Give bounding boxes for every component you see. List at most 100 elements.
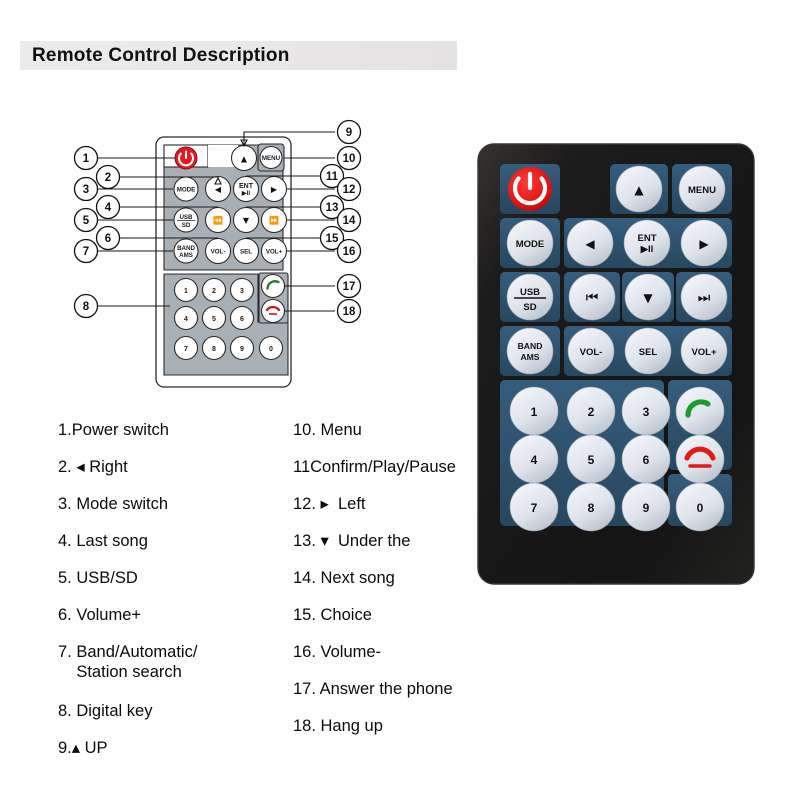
callout-12: 12 <box>336 176 362 202</box>
legend-item-7: 7. Band/Automatic/ Station search <box>58 643 198 681</box>
photo-key-menu[interactable]: MENU <box>678 165 726 213</box>
svg-text:16: 16 <box>343 246 356 258</box>
photo-key-vol-plus[interactable]: VOL+ <box>680 327 728 375</box>
photo-key-6[interactable]: 6 <box>621 434 671 484</box>
svg-text:3: 3 <box>83 184 89 196</box>
svg-text:1: 1 <box>83 153 90 165</box>
photo-key-sel-label: SEL <box>639 347 658 358</box>
photo-key-7[interactable]: 7 <box>509 482 559 532</box>
photo-key-1[interactable]: 1 <box>509 386 559 436</box>
svg-text:▶: ▶ <box>271 185 278 194</box>
svg-text:VOL+: VOL+ <box>266 249 283 256</box>
photo-key-0[interactable]: 0 <box>675 482 725 532</box>
photo-key-vol-minus[interactable]: VOL- <box>567 327 615 375</box>
photo-key-usb-sd[interactable]: USB SD <box>506 273 554 321</box>
photo-key-0-label: 0 <box>697 501 704 515</box>
legend-item-4: 4. Last song <box>58 532 148 550</box>
photo-key-sd-label: SD <box>523 302 536 313</box>
photo-key-ams-label: AMS <box>520 352 539 362</box>
photo-key-8-label: 8 <box>588 501 595 515</box>
callout-17: 17 <box>336 273 362 299</box>
remote-diagram: .dpanel{fill:#a9b0b5;stroke:#2a2a2a;stro… <box>60 110 410 410</box>
legend: 1.Power switch 2. ◂ Right 3. Mode switch… <box>58 420 528 785</box>
photo-key-next-track[interactable]: ⏭ <box>680 273 728 321</box>
svg-text:5: 5 <box>83 215 90 227</box>
diagram-key-next-track: ⏩ <box>260 206 288 234</box>
svg-text:8: 8 <box>212 346 216 353</box>
callout-14: 14 <box>336 207 362 233</box>
svg-text:8: 8 <box>83 301 90 313</box>
photo-key-sel[interactable]: SEL <box>624 327 672 375</box>
photo-key-5-label: 5 <box>588 453 595 467</box>
legend-item-14: 14. Next song <box>293 569 395 587</box>
photo-key-left-label: ◀ <box>585 237 595 251</box>
callout-10: 10 <box>336 145 362 171</box>
photo-key-prev-track[interactable]: ⏮ <box>568 273 616 321</box>
callout-16: 16 <box>336 238 362 264</box>
remote-photo: .pk{fill:url(#keyGrad);stroke:#9aa3ad;st… <box>476 140 761 590</box>
legend-item-15: 15. Choice <box>293 606 372 624</box>
photo-key-up-label: ▲ <box>634 183 644 197</box>
diagram-key-call-hangup <box>260 298 286 324</box>
photo-key-vol-plus-label: VOL+ <box>691 347 717 358</box>
photo-key-mode[interactable]: MODE <box>506 219 554 267</box>
photo-key-play-pause-label: ▶II <box>640 244 654 255</box>
photo-key-down[interactable]: ▼ <box>624 273 672 321</box>
legend-item-17: 17. Answer the phone <box>293 680 453 698</box>
svg-text:4: 4 <box>184 316 188 323</box>
diagram-key-left: ◀ <box>204 175 232 203</box>
svg-text:11: 11 <box>326 171 339 183</box>
svg-text:USB: USB <box>179 214 193 221</box>
diagram-key-menu: MENU <box>257 143 285 172</box>
svg-text:13: 13 <box>326 202 339 214</box>
photo-key-1-label: 1 <box>531 405 538 419</box>
callout-8: 8 <box>73 293 99 319</box>
photo-key-2[interactable]: 2 <box>566 386 616 436</box>
photo-key-power[interactable] <box>508 167 552 211</box>
photo-key-5[interactable]: 5 <box>566 434 616 484</box>
photo-key-band-ams[interactable]: BAND AMS <box>506 327 554 375</box>
svg-text:◀: ◀ <box>215 185 222 194</box>
photo-key-9[interactable]: 9 <box>621 482 671 532</box>
photo-key-4[interactable]: 4 <box>509 434 559 484</box>
svg-text:7: 7 <box>184 346 188 353</box>
photo-key-3[interactable]: 3 <box>621 386 671 436</box>
diagram-key-mode: MODE <box>173 176 199 202</box>
svg-text:3: 3 <box>240 288 244 295</box>
svg-text:10: 10 <box>343 153 356 165</box>
svg-text:9: 9 <box>346 127 352 139</box>
callout-4: 4 <box>95 194 121 220</box>
photo-key-right[interactable]: ▶ <box>680 219 728 267</box>
callout-9: 9 <box>336 119 362 145</box>
diagram-key-ent-play-pause: ENT ▶II <box>232 175 260 203</box>
svg-text:AMS: AMS <box>179 252 193 259</box>
diagram-key-usb-sd: USB SD <box>173 207 199 233</box>
svg-text:5: 5 <box>212 316 216 323</box>
svg-text:6: 6 <box>240 316 244 323</box>
photo-key-call-answer[interactable] <box>675 386 725 436</box>
svg-text:▼: ▼ <box>243 216 250 225</box>
svg-text:MENU: MENU <box>262 155 281 162</box>
diagram-key-power <box>174 146 198 170</box>
svg-text:0: 0 <box>269 346 273 353</box>
svg-text:2: 2 <box>212 288 216 295</box>
photo-key-9-label: 9 <box>643 501 650 515</box>
photo-key-ent-play-pause[interactable]: ENT ▶II <box>623 219 671 267</box>
photo-key-up[interactable]: ▲ <box>615 165 663 213</box>
photo-key-4-label: 4 <box>531 453 538 467</box>
diagram-key-up: ▲ <box>230 144 258 172</box>
legend-item-16: 16. Volume- <box>293 643 382 661</box>
svg-text:17: 17 <box>343 281 356 293</box>
diagram-key-vol-minus: VOL- <box>204 237 232 265</box>
diagram-key-down: ▼ <box>232 206 260 234</box>
photo-key-left[interactable]: ◀ <box>566 219 614 267</box>
svg-text:1: 1 <box>184 288 188 295</box>
legend-item-2: 2. ◂ Right <box>58 458 128 476</box>
legend-item-11: 11Confirm/Play/Pause <box>293 458 456 476</box>
photo-key-8[interactable]: 8 <box>566 482 616 532</box>
svg-text:7: 7 <box>83 246 89 258</box>
svg-text:2: 2 <box>105 172 111 184</box>
svg-text:ENT: ENT <box>239 183 254 190</box>
svg-text:⏩: ⏩ <box>269 215 279 225</box>
photo-key-call-hangup[interactable] <box>675 434 725 484</box>
